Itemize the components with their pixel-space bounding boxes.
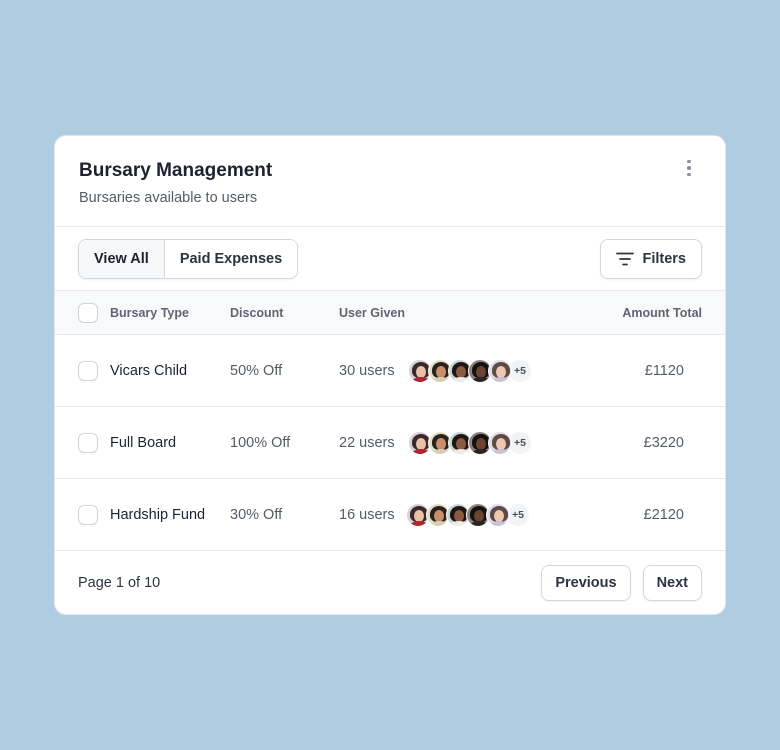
users-count: 30 users	[339, 362, 395, 379]
tab-paid-expenses[interactable]: Paid Expenses	[163, 240, 298, 278]
users-count: 22 users	[339, 434, 395, 451]
discount: 50% Off	[230, 362, 283, 379]
discount: 30% Off	[230, 506, 283, 523]
bursary-type: Hardship Fund	[110, 506, 206, 523]
avatar-group[interactable]: +5	[408, 430, 532, 455]
amount-total: £3220	[643, 434, 684, 451]
column-header-discount[interactable]: Discount	[230, 306, 283, 320]
bursary-type: Vicars Child	[110, 362, 188, 379]
column-header-amount[interactable]: Amount Total	[622, 306, 702, 320]
table-header: Bursary Type Discount User Given Amount …	[55, 291, 725, 335]
toolbar: View All Paid Expenses Filters	[55, 227, 725, 291]
view-tabs: View All Paid Expenses	[78, 239, 299, 279]
avatar	[488, 358, 512, 383]
row-checkbox[interactable]	[78, 432, 98, 453]
column-header-users[interactable]: User Given	[339, 306, 405, 320]
bursary-card: Bursary Management Bursaries available t…	[54, 135, 726, 615]
avatar-group[interactable]: +5	[408, 358, 532, 383]
table-row[interactable]: Full Board 100% Off 22 users +5 £3220	[55, 407, 725, 479]
filters-button[interactable]: Filters	[600, 239, 702, 279]
column-header-type[interactable]: Bursary Type	[110, 306, 189, 320]
row-checkbox[interactable]	[78, 504, 98, 525]
amount-total: £1120	[644, 362, 684, 379]
amount-total: £2120	[643, 506, 684, 523]
users-count: 16 users	[339, 506, 395, 523]
previous-button[interactable]: Previous	[541, 564, 631, 601]
table-row[interactable]: Vicars Child 50% Off 30 users +5 £1120	[55, 335, 725, 407]
card-header: Bursary Management Bursaries available t…	[55, 136, 725, 227]
pagination-footer: Page 1 of 10 Previous Next	[55, 551, 725, 614]
table-row[interactable]: Hardship Fund 30% Off 16 users +5 £2120	[55, 479, 725, 551]
filter-lines-icon	[616, 252, 635, 266]
avatar	[488, 430, 512, 455]
tab-view-all[interactable]: View All	[79, 240, 164, 278]
bursary-type: Full Board	[110, 434, 177, 451]
page-subtitle: Bursaries available to users	[79, 190, 258, 206]
page-title: Bursary Management	[79, 160, 273, 181]
next-button[interactable]: Next	[642, 564, 702, 601]
more-vertical-icon[interactable]	[677, 156, 701, 180]
select-all-checkbox[interactable]	[78, 302, 98, 323]
discount: 100% Off	[230, 434, 291, 451]
avatar	[486, 502, 510, 527]
pager: Previous Next	[541, 564, 702, 601]
row-checkbox[interactable]	[78, 360, 98, 381]
avatar-group[interactable]: +5	[406, 502, 530, 527]
filters-label: Filters	[642, 251, 686, 267]
page-info: Page 1 of 10	[78, 574, 161, 591]
